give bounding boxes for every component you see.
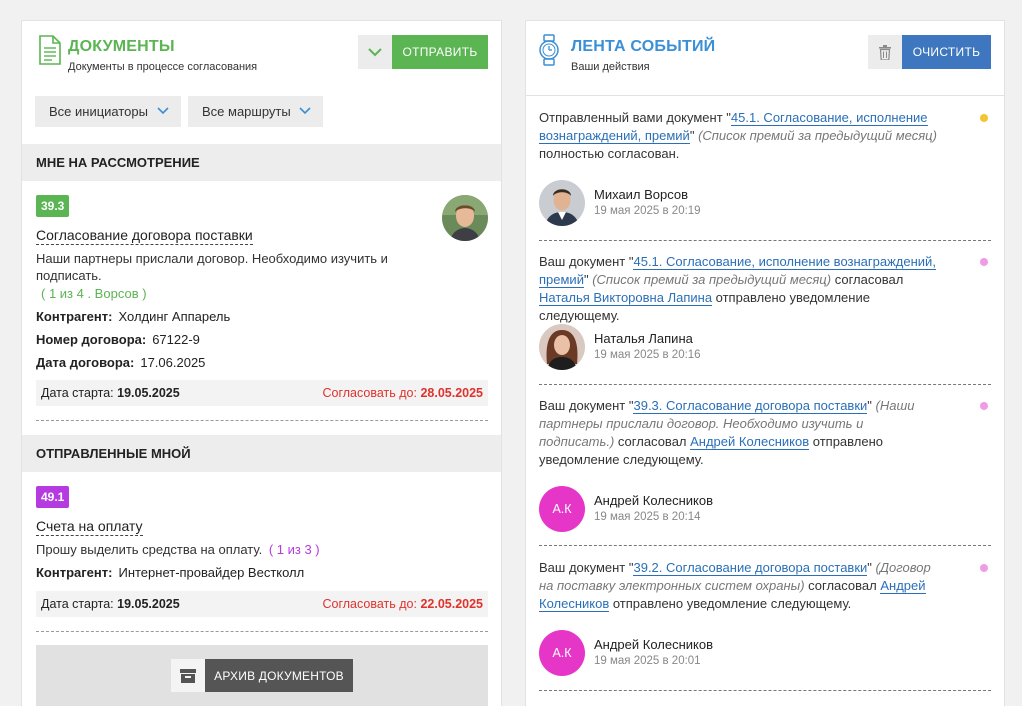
event-item: Ваш документ "39.2. Согласование договор… [539, 559, 991, 691]
author-name: Андрей Колесников [594, 493, 714, 508]
event-status-dot [980, 564, 988, 572]
document-title-link[interactable]: Согласование договора поставки [36, 227, 253, 245]
dates-bar: Дата старта: 19.05.2025 Согласовать до: … [36, 380, 488, 406]
review-document-card[interactable]: 39.3 Согласование договора поставки Наши… [36, 195, 488, 422]
archive-box-icon [180, 668, 196, 683]
approval-progress[interactable]: ( 1 из 3 ) [269, 542, 320, 557]
contract-number-field: Номер договора: 67122-9 [36, 332, 200, 347]
clear-button[interactable]: ОЧИСТИТЬ [902, 35, 991, 69]
document-link[interactable]: 39.3. Согласование договора поставки [633, 398, 868, 414]
approval-progress[interactable]: ( 1 из 4 . Ворсов ) [41, 285, 147, 302]
person-link[interactable]: Наталья Викторовна Лапина [539, 290, 713, 306]
event-status-dot [980, 258, 988, 266]
event-feed-panel: ЛЕНТА СОБЫТИЙ Ваши действия ОЧИСТИТЬ Отп… [525, 20, 1005, 706]
card-divider [36, 420, 488, 421]
event-time: 19 мая 2025 в 20:14 [594, 511, 701, 523]
document-link[interactable]: 39.2. Согласование договора поставки [633, 560, 868, 576]
card-divider [36, 631, 488, 632]
counterparty-field: Контрагент: Интернет-провайдер Вестколл [36, 565, 305, 580]
event-status-dot [980, 114, 988, 122]
trash-button[interactable] [868, 35, 902, 69]
archive-button[interactable]: АРХИВ ДОКУМЕНТОВ [205, 659, 353, 692]
deadline-date: Согласовать до: 28.05.2025 [322, 386, 483, 400]
event-time: 19 мая 2025 в 20:01 [594, 655, 701, 667]
sent-document-card[interactable]: 49.1 Счета на оплату Прошу выделить сред… [36, 486, 488, 633]
initiator-avatar [442, 195, 488, 241]
document-description: Прошу выделить средства на оплату. ( 1 и… [36, 542, 320, 557]
feed-title: ЛЕНТА СОБЫТИЙ [571, 38, 716, 55]
feed-subtitle: Ваши действия [571, 61, 650, 73]
documents-subtitle: Документы в процессе согласования [68, 61, 258, 73]
chevron-down-icon [299, 107, 311, 115]
event-item: Отправленный вами документ "45.1. Соглас… [539, 109, 991, 241]
event-text: Ваш документ "39.2. Согласование договор… [539, 560, 931, 612]
event-text: Отправленный вами документ "45.1. Соглас… [539, 110, 937, 161]
event-divider [539, 545, 991, 546]
chevron-down-icon [157, 107, 169, 115]
event-divider [539, 384, 991, 385]
archive-icon-button[interactable] [171, 659, 205, 692]
document-title-link[interactable]: Счета на оплату [36, 518, 143, 536]
documents-panel: ДОКУМЕНТЫ Документы в процессе согласова… [21, 20, 502, 706]
initiators-filter[interactable]: Все инициаторы [35, 96, 181, 127]
trash-icon [879, 44, 891, 60]
event-status-dot [980, 402, 988, 410]
event-time: 19 мая 2025 в 20:19 [594, 205, 701, 217]
send-options-button[interactable] [358, 35, 392, 69]
event-divider [539, 240, 991, 241]
start-date: Дата старта: 19.05.2025 [41, 386, 180, 400]
send-button[interactable]: ОТПРАВИТЬ [392, 35, 488, 69]
event-text: Ваш документ "39.3. Согласование договор… [539, 398, 915, 467]
dates-bar: Дата старта: 19.05.2025 Согласовать до: … [36, 591, 488, 617]
event-text: Ваш документ "45.1. Согласование, исполн… [539, 254, 936, 323]
author-name: Андрей Колесников [594, 637, 714, 652]
author-name: Наталья Лапина [594, 331, 693, 346]
author-avatar [539, 324, 585, 370]
document-number-badge: 49.1 [36, 486, 70, 508]
review-section-header: МНЕ НА РАССМОТРЕНИЕ [22, 144, 501, 181]
document-description: Наши партнеры прислали договор. Необходи… [36, 251, 388, 283]
contract-date-field: Дата договора: 17.06.2025 [36, 355, 206, 370]
routes-filter[interactable]: Все маршруты [188, 96, 323, 127]
document-icon [39, 35, 61, 65]
event-item: Ваш документ "45.1. Согласование, исполн… [539, 253, 991, 385]
chevron-down-icon [368, 48, 382, 57]
archive-area: АРХИВ ДОКУМЕНТОВ [36, 645, 488, 706]
start-date: Дата старта: 19.05.2025 [41, 597, 180, 611]
documents-title: ДОКУМЕНТЫ [68, 38, 175, 55]
document-number-badge: 39.3 [36, 195, 70, 217]
event-time: 19 мая 2025 в 20:16 [594, 349, 701, 361]
header-divider [526, 95, 1004, 96]
counterparty-field: Контрагент: Холдинг Аппарель [36, 309, 231, 324]
author-avatar: А.К [539, 630, 585, 676]
initiators-filter-label: Все инициаторы [49, 104, 148, 119]
sent-section-header: ОТПРАВЛЕННЫЕ МНОЙ [22, 435, 501, 472]
event-item: Ваш документ "39.3. Согласование договор… [539, 397, 991, 546]
author-avatar: А.К [539, 486, 585, 532]
person-link[interactable]: Андрей Колесников [690, 434, 810, 450]
author-name: Михаил Ворсов [594, 187, 689, 202]
routes-filter-label: Все маршруты [202, 104, 291, 119]
author-avatar [539, 180, 585, 226]
event-divider [539, 690, 991, 691]
deadline-date: Согласовать до: 22.05.2025 [322, 597, 483, 611]
watch-icon [539, 34, 559, 66]
